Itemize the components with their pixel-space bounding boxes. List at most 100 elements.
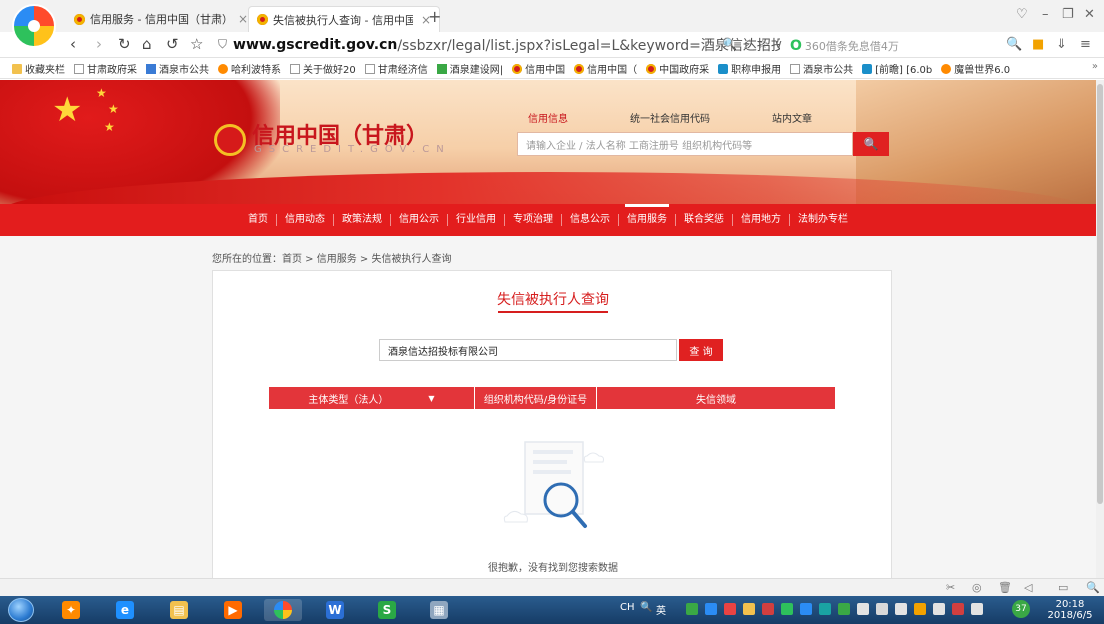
- search-icon[interactable]: 🔍: [1006, 37, 1022, 52]
- tray-icon[interactable]: [800, 603, 812, 615]
- volume-icon[interactable]: [971, 603, 983, 615]
- taskbar-app-wps-writer-icon[interactable]: W: [316, 599, 354, 621]
- skin-icon[interactable]: ♡: [1016, 7, 1028, 22]
- apps-grid-icon[interactable]: ■: [1032, 37, 1044, 52]
- browser-logo-icon[interactable]: [12, 4, 56, 48]
- keyword-input[interactable]: 酒泉信达招投标有限公司: [379, 339, 677, 361]
- scroll-thumb[interactable]: [1097, 84, 1103, 504]
- tray-icon[interactable]: [724, 603, 736, 615]
- menu-icon[interactable]: ≡: [1080, 37, 1091, 52]
- tray-icon[interactable]: [857, 603, 869, 615]
- taskbar-app-calculator-icon[interactable]: ▦: [420, 599, 458, 621]
- main-nav-item[interactable]: 信用地方: [733, 214, 790, 226]
- page-scrollbar[interactable]: [1096, 80, 1104, 578]
- more-bookmarks-icon[interactable]: »: [1092, 61, 1098, 72]
- window-icon[interactable]: ▭: [1058, 581, 1068, 594]
- bookmark-item[interactable]: 甘肃政府采: [74, 61, 137, 76]
- tray-icon[interactable]: [838, 603, 850, 615]
- taskbar-app-wps-sheet-icon[interactable]: S: [368, 599, 406, 621]
- reload-icon[interactable]: ↻: [118, 35, 131, 53]
- tray-icon[interactable]: [762, 603, 774, 615]
- system-clock[interactable]: 20:18 2018/6/5: [1040, 599, 1100, 621]
- taskbar-app-360-icon[interactable]: ✦: [52, 599, 90, 621]
- bookmark-item[interactable]: 甘肃经济信: [364, 61, 428, 76]
- tab-credit-service[interactable]: 信用服务 - 信用中国（甘肃） ×: [66, 6, 256, 32]
- tray-icon[interactable]: [705, 603, 717, 615]
- undo-icon[interactable]: ↺: [166, 35, 179, 53]
- main-nav-item[interactable]: 政策法规: [334, 214, 391, 226]
- main-nav-item[interactable]: 首页: [240, 214, 277, 226]
- bookmark-item[interactable]: [前瞻] [6.0b: [862, 61, 932, 76]
- forward-icon[interactable]: ›: [96, 35, 102, 53]
- bookmark-item[interactable]: 酒泉建设网|: [436, 61, 503, 76]
- tray-icon[interactable]: [895, 603, 907, 615]
- main-nav-item[interactable]: 信用服务: [619, 204, 676, 226]
- ime-search-icon[interactable]: 🔍: [640, 602, 652, 613]
- tray-icon[interactable]: [876, 603, 888, 615]
- bookmark-item[interactable]: 酒泉市公共: [790, 61, 853, 76]
- ime-indicator[interactable]: CH: [620, 602, 635, 613]
- taskbar-app-browser-icon[interactable]: [264, 599, 302, 621]
- start-button[interactable]: [8, 598, 34, 622]
- tray-icon[interactable]: [933, 603, 945, 615]
- back-icon[interactable]: ‹: [70, 35, 76, 53]
- site-search-input[interactable]: 请输入企业 / 法人名称 工商注册号 组织机构代码等: [517, 132, 853, 156]
- address-bar[interactable]: ⛉ www.gscredit.gov.cn/ssbzxr/legal/list.…: [218, 34, 780, 55]
- taskbar-app-ie-icon[interactable]: e: [106, 599, 144, 621]
- main-nav-item[interactable]: 信用动态: [277, 214, 334, 226]
- close-window-icon[interactable]: ✕: [1084, 7, 1095, 22]
- bookmark-item[interactable]: 魔兽世界6.0: [941, 61, 1010, 76]
- chevron-down-icon[interactable]: ▼: [428, 394, 434, 403]
- home-icon[interactable]: ⌂: [142, 35, 152, 53]
- main-nav-item[interactable]: 专项治理: [505, 214, 562, 226]
- bookmark-item[interactable]: 关于做好20: [290, 61, 356, 76]
- main-nav-item[interactable]: 信用公示: [391, 214, 448, 226]
- tray-icon[interactable]: [819, 603, 831, 615]
- download-icon[interactable]: ⇓: [1056, 37, 1067, 52]
- restore-icon[interactable]: ❐: [1062, 7, 1074, 22]
- bookmark-item[interactable]: 哈利波特系: [218, 61, 281, 76]
- tray-icon[interactable]: [952, 603, 964, 615]
- nav-ad-link[interactable]: O 360借条免息借4万: [790, 38, 899, 54]
- zoom-icon[interactable]: 🔍: [1086, 581, 1100, 594]
- no-results-message: 很抱歉，没有找到您搜索数据: [488, 563, 618, 574]
- bookmark-item[interactable]: 酒泉市公共: [146, 61, 209, 76]
- trash-icon[interactable]: 🗑: [998, 581, 1012, 594]
- system-tray-icons[interactable]: [686, 603, 990, 615]
- search-tab-credit-info[interactable]: 信用信息: [528, 110, 568, 125]
- favorite-star-icon[interactable]: ☆: [190, 35, 203, 53]
- tray-icon[interactable]: [914, 603, 926, 615]
- bookmark-item[interactable]: 中国政府采: [646, 61, 709, 76]
- main-nav-item[interactable]: 行业信用: [448, 214, 505, 226]
- bookmark-favicon-icon: [218, 63, 228, 74]
- new-tab-icon[interactable]: +: [428, 7, 441, 26]
- address-tools-icon[interactable]: 🔍⚡☆∨: [722, 37, 789, 51]
- results-table-header: 主体类型（法人） ▼ 组织机构代码/身份证号 失信领域: [269, 387, 835, 409]
- bookmark-item[interactable]: 职称申报用: [718, 61, 781, 76]
- browser-statusbar: ✂ ◎ 🗑 ◁ ▭ 🔍: [0, 578, 1104, 596]
- search-tab-site-articles[interactable]: 站内文章: [772, 110, 812, 125]
- query-button[interactable]: 查 询: [679, 339, 723, 361]
- minimize-icon[interactable]: –: [1042, 7, 1049, 22]
- taskbar-app-explorer-icon[interactable]: ▤: [160, 599, 198, 621]
- speed-icon[interactable]: ◎: [972, 581, 982, 594]
- bookmark-item[interactable]: 信用中国（: [574, 61, 637, 76]
- main-nav-item[interactable]: 联合奖惩: [676, 214, 733, 226]
- ime-language[interactable]: 英: [656, 602, 666, 617]
- close-icon[interactable]: ×: [238, 12, 248, 26]
- main-nav-item[interactable]: 信息公示: [562, 214, 619, 226]
- tray-icon[interactable]: [686, 603, 698, 615]
- taskbar-app-player-icon[interactable]: ▶: [214, 599, 252, 621]
- bookmark-item[interactable]: 信用中国: [512, 61, 565, 76]
- screenshot-icon[interactable]: ✂: [946, 581, 955, 594]
- sound-icon[interactable]: ◁: [1024, 581, 1032, 594]
- site-search-button[interactable]: 🔍: [853, 132, 889, 156]
- tray-icon[interactable]: [781, 603, 793, 615]
- main-nav-item[interactable]: 法制办专栏: [790, 214, 856, 226]
- search-tab-credit-code[interactable]: 统一社会信用代码: [630, 110, 710, 125]
- bookmark-item[interactable]: 收藏夹栏: [12, 61, 65, 76]
- notification-badge[interactable]: 37: [1012, 600, 1030, 618]
- column-subject-type[interactable]: 主体类型（法人） ▼: [269, 387, 475, 409]
- tab-dishonest-query[interactable]: 失信被执行人查询 - 信用中国（甘肃） ×: [248, 6, 441, 32]
- tray-icon[interactable]: [743, 603, 755, 615]
